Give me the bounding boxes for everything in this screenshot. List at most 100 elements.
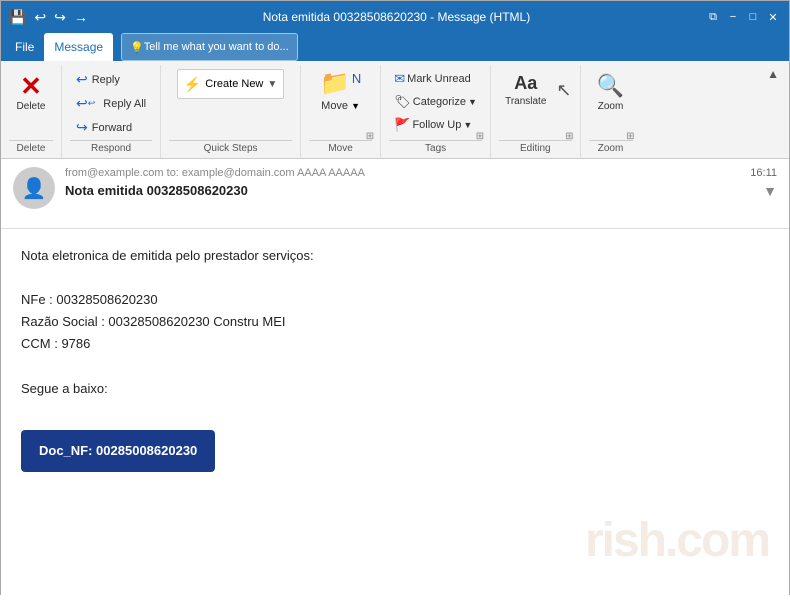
- quick-steps-box[interactable]: ⚡ Create New ▼: [177, 69, 284, 99]
- translate-button[interactable]: Aa Translate: [499, 69, 552, 111]
- create-new-label: Create New: [205, 78, 263, 90]
- titlebar-left: 💾 ↩ ↪ →: [9, 9, 88, 26]
- tags-expand-icon[interactable]: ⊞: [476, 131, 484, 142]
- move-col: 📁 N Move ▼: [320, 69, 361, 112]
- cursor-icons: ↖: [556, 80, 571, 101]
- editing-col: Aa Translate ↖: [499, 69, 571, 111]
- editing-group-buttons: Aa Translate ↖: [499, 69, 571, 138]
- move-folder-icon: 📁: [320, 69, 350, 98]
- body-line7: Segue a baixo:: [21, 378, 769, 400]
- email-meta: from@example.com to: example@domain.com …: [65, 167, 740, 198]
- editing-expand-icon[interactable]: ⊞: [565, 131, 573, 142]
- delete-group-buttons: ✕ Delete: [9, 69, 53, 138]
- email-body: Nota eletronica de emitida pelo prestado…: [1, 229, 789, 602]
- ribbon-group-move: 📁 N Move ▼ Move ⊞: [301, 65, 381, 158]
- respond-group-label: Respond: [70, 140, 152, 154]
- editing-group-label: Editing: [499, 140, 571, 154]
- doc-button[interactable]: Doc_NF: 00285008620230: [21, 430, 215, 472]
- ribbon-group-respond: ↩ Reply ↩ ↩ Reply All ↪ Forward Respond: [62, 65, 161, 158]
- email-subject: Nota emitida 00328508620230: [65, 183, 740, 198]
- move-group-label: Move: [309, 140, 372, 154]
- reply-button[interactable]: ↩ Reply: [70, 69, 152, 90]
- categorize-dropdown-icon[interactable]: ▼: [468, 97, 477, 107]
- follow-up-dropdown-icon[interactable]: ▼: [463, 120, 472, 130]
- ribbon-collapse-icon[interactable]: ▲: [767, 67, 779, 81]
- ribbon-group-delete: ✕ Delete Delete: [1, 65, 62, 158]
- create-new-icon: ⚡: [184, 76, 201, 93]
- ribbon-group-tags: ✉ Mark Unread 🏷 Categorize ▼ 🚩 Follow Up…: [381, 65, 491, 158]
- menu-message[interactable]: Message: [44, 33, 113, 61]
- body-line1: Nota eletronica de emitida pelo prestado…: [21, 245, 769, 267]
- follow-up-button[interactable]: 🚩 Follow Up ▼: [390, 115, 481, 135]
- forward-button[interactable]: ↪ Forward: [70, 117, 152, 138]
- redo-icon[interactable]: ↪: [54, 9, 66, 26]
- window-title: Nota emitida 00328508620230 - Message (H…: [88, 10, 705, 24]
- quick-steps-group-label: Quick Steps: [169, 140, 292, 154]
- zoom-expand-icon[interactable]: ⊞: [626, 131, 634, 142]
- move-group-buttons: 📁 N Move ▼: [320, 69, 361, 138]
- window-controls: ⧉ − □ ✕: [705, 9, 781, 25]
- arrow-icon[interactable]: →: [74, 9, 88, 25]
- move-icons-row: 📁 N: [320, 69, 361, 98]
- translate-row: Aa Translate ↖: [499, 69, 571, 111]
- tags-group-buttons: ✉ Mark Unread 🏷 Categorize ▼ 🚩 Follow Up…: [390, 69, 481, 138]
- follow-up-label: Follow Up: [412, 119, 461, 131]
- save-icon[interactable]: 💾: [9, 9, 26, 26]
- reply-all-extra-icon: ↩: [88, 98, 96, 109]
- tags-group-label: Tags: [389, 140, 482, 154]
- follow-up-icon: 🚩: [394, 117, 410, 133]
- email-from: from@example.com to: example@domain.com …: [65, 167, 740, 179]
- categorize-icon: 🏷: [394, 94, 411, 110]
- forward-icon: ↪: [76, 119, 88, 136]
- translate-icon: Aa: [514, 73, 537, 94]
- cursor-icon: ↖: [556, 80, 571, 101]
- mark-unread-label: Mark Unread: [407, 73, 471, 85]
- restore-window-icon[interactable]: ⧉: [705, 9, 721, 25]
- content-area: 👤 from@example.com to: example@domain.co…: [1, 159, 789, 602]
- email-header-right: 16:11 ▼: [750, 167, 777, 199]
- categorize-button[interactable]: 🏷 Categorize ▼: [390, 92, 481, 112]
- move-expand-icon[interactable]: ⊞: [366, 131, 374, 142]
- close-button[interactable]: ✕: [765, 9, 781, 25]
- ribbon: ✕ Delete Delete ↩ Reply ↩ ↩ Reply All ↪: [1, 61, 789, 159]
- reply-all-label: Reply All: [103, 98, 146, 110]
- translate-label: Translate: [505, 96, 546, 107]
- nav-icons: ↩ ↪ →: [34, 9, 87, 26]
- avatar-icon: 👤: [22, 176, 47, 201]
- zoom-group-buttons: 🔍 Zoom: [589, 69, 633, 138]
- email-header: 👤 from@example.com to: example@domain.co…: [1, 159, 789, 229]
- ribbon-group-editing: Aa Translate ↖ Editing ⊞: [491, 65, 580, 158]
- expand-email-icon[interactable]: ▼: [763, 183, 777, 199]
- reply-all-button[interactable]: ↩ ↩ Reply All: [70, 93, 152, 114]
- reply-all-icon: ↩: [76, 95, 88, 112]
- mark-unread-button[interactable]: ✉ Mark Unread: [390, 69, 481, 89]
- body-line3: NFe : 00328508620230: [21, 289, 769, 311]
- categorize-label: Categorize: [413, 96, 466, 108]
- zoom-button[interactable]: 🔍 Zoom: [589, 69, 633, 116]
- tags-col: ✉ Mark Unread 🏷 Categorize ▼ 🚩 Follow Up…: [390, 69, 481, 135]
- forward-label: Forward: [92, 122, 132, 134]
- titlebar: 💾 ↩ ↪ → Nota emitida 00328508620230 - Me…: [1, 1, 789, 33]
- zoom-label: Zoom: [598, 101, 624, 112]
- ribbon-group-zoom: 🔍 Zoom Zoom ⊞: [581, 65, 641, 158]
- onenote-icon: N: [352, 71, 361, 86]
- menu-file[interactable]: File: [5, 33, 44, 61]
- undo-icon[interactable]: ↩: [34, 9, 46, 26]
- tell-me-text: Tell me what you want to do...: [144, 41, 289, 53]
- delete-button[interactable]: ✕ Delete: [9, 69, 53, 116]
- maximize-button[interactable]: □: [745, 9, 761, 25]
- body-line4: Razão Social : 00328508620230 Constru ME…: [21, 311, 769, 333]
- tell-me-search[interactable]: 💡 Tell me what you want to do...: [121, 33, 298, 61]
- quick-steps-buttons: ⚡ Create New ▼: [177, 69, 284, 138]
- mark-unread-icon: ✉: [394, 71, 405, 87]
- minimize-button[interactable]: −: [725, 9, 741, 25]
- move-label[interactable]: Move: [321, 100, 348, 112]
- body-line5: CCM : 9786: [21, 333, 769, 355]
- move-dropdown-icon[interactable]: ▼: [351, 101, 360, 111]
- sender-avatar: 👤: [13, 167, 55, 209]
- menubar: File Message 💡 Tell me what you want to …: [1, 33, 789, 61]
- quick-steps-expand-icon[interactable]: ▼: [267, 79, 277, 90]
- zoom-group-label: Zoom: [589, 140, 633, 154]
- delete-icon: ✕: [20, 73, 42, 99]
- delete-label: Delete: [17, 101, 46, 112]
